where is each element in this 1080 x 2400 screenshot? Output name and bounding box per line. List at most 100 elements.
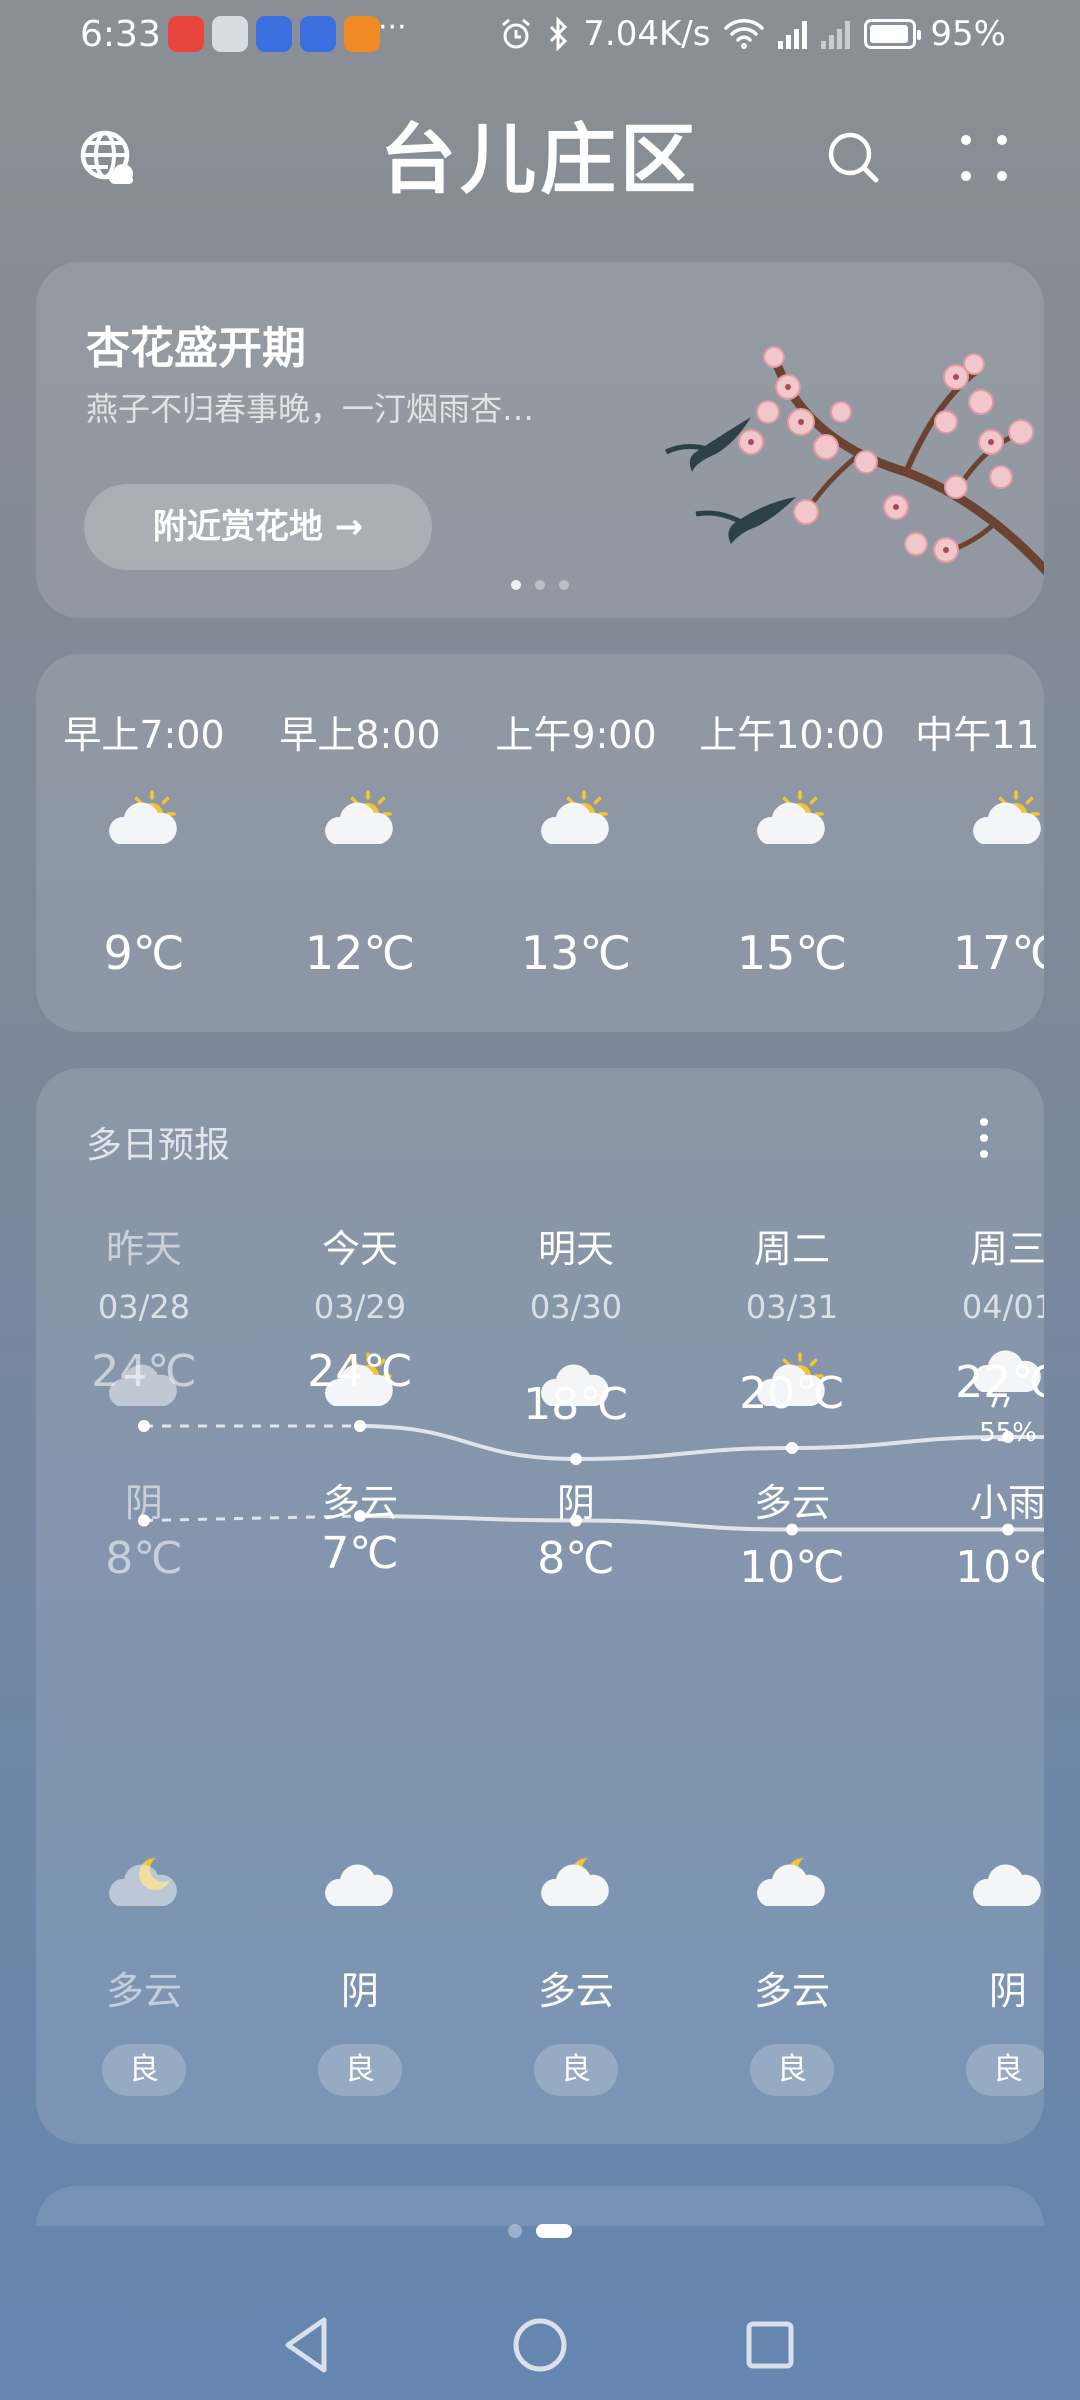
promo-card[interactable]: 杏花盛开期 燕子不归春事晚，一汀烟雨杏… 附近赏花地 → [36,262,1044,618]
app-header: 台儿庄区 [0,100,1080,220]
promo-subtitle: 燕子不归春事晚，一汀烟雨杏… [86,390,535,428]
status-indicators: 7.04K/s 95% [499,14,1006,54]
partly-cloudy-day-icon [320,788,400,868]
home-icon[interactable] [505,2310,575,2380]
partly-cloudy-night-icon [104,1850,184,1930]
partly-cloudy-night-icon [752,1850,832,1930]
night-condition: 多云 [753,1969,830,2013]
overcast-icon [320,1850,400,1930]
hour-time: 中午11:00 [915,713,1044,757]
city-title[interactable]: 台儿庄区 [0,100,1080,220]
hourly-forecast-list[interactable]: 早上7:00 9℃ 早上8:00 12℃ 上午9:00 13℃ 上午10:00 15℃ 中午11… [36,654,1044,1032]
day-name: 周二 [753,1227,830,1271]
more-menu-button[interactable] [952,126,1016,190]
day-condition: 阴 [124,1481,163,1525]
hourly-item[interactable]: 早上8:00 12℃ [252,654,468,1032]
day-name: 明天 [537,1227,614,1271]
hour-temp: 9℃ [103,926,185,980]
day-name: 昨天 [105,1227,182,1271]
status-bar: 6:33 ··· 7.04K/s 95% [0,0,1080,72]
high-temp: 18℃ [523,1379,629,1430]
day-condition: 小雨 [969,1481,1044,1525]
search-icon [828,132,879,183]
high-temp: 22℃ [955,1357,1044,1408]
hourly-item[interactable]: 早上7:00 9℃ [36,654,252,1032]
day-condition: 多云 [321,1481,398,1525]
day-date: 04/01 [961,1288,1044,1326]
video-app-icon [344,16,380,52]
baidu-icon [300,16,336,52]
alarm-icon [502,18,531,49]
low-temp: 10℃ [955,1541,1044,1593]
carousel-dot [511,580,521,590]
night-condition: 阴 [988,1969,1027,2013]
multi-day-forecast-card[interactable]: 多日预报 昨天 03/28 阴 24℃ 8℃ 多云良今天 03/29 多云 24℃ 7℃ 阴良明天 0… [36,1068,1044,2144]
next-card-edge [36,2186,1044,2226]
status-time: 6:33 [80,14,161,55]
day-date: 03/31 [745,1288,839,1326]
battery-percent: 95% [930,14,1006,54]
back-icon[interactable] [272,2310,342,2380]
hour-time: 上午9:00 [495,713,657,757]
wifi-icon [724,19,765,49]
hourly-item[interactable]: 上午10:00 15℃ [684,654,900,1032]
high-temp: 24℃ [307,1346,413,1397]
carousel-dot [559,580,569,590]
hour-temp: 15℃ [736,926,848,980]
day-name: 周三 [969,1227,1044,1271]
night-condition: 多云 [105,1969,182,2013]
more-notifications-icon: ··· [378,10,407,45]
page-indicator [0,2224,1080,2238]
hour-temp: 17℃ [952,926,1044,980]
forecast-day[interactable]: 明天 03/30 阴 18℃ 8℃ 多云良 [468,1068,684,2144]
forecast-day[interactable]: 今天 03/29 多云 24℃ 7℃ 阴良 [252,1068,468,2144]
air-quality-badge[interactable]: 良 [102,2044,186,2096]
network-speed: 7.04K/s [583,14,711,54]
baidu-icon [256,16,292,52]
low-temp: 8℃ [537,1532,615,1584]
rain-probability: 55% [979,1418,1037,1448]
air-quality-badge[interactable]: 良 [534,2044,618,2096]
battery-icon [864,19,922,49]
forecast-day[interactable]: 昨天 03/28 阴 24℃ 8℃ 多云良 [36,1068,252,2144]
day-date: 03/30 [529,1288,623,1326]
air-quality-badge[interactable]: 良 [966,2044,1044,2096]
day-condition: 阴 [556,1481,595,1525]
hourly-item[interactable]: 中午11:00 17℃ [900,654,1044,1032]
forecast-day[interactable]: 周三 04/01 55% 小雨 22℃ 10℃ 阴良 [900,1068,1044,2144]
hour-time: 早上7:00 [63,713,225,757]
air-quality-badge[interactable]: 良 [318,2044,402,2096]
air-quality-badge[interactable]: 良 [750,2044,834,2096]
hourly-forecast-card[interactable]: 早上7:00 9℃ 早上8:00 12℃ 上午9:00 13℃ 上午10:00 15℃ 中午11… [36,654,1044,1032]
signal-sim2-icon [821,19,851,49]
huawei-store-icon [168,16,204,52]
system-nav-bar [0,2290,1080,2400]
more-dots-icon [961,135,1007,181]
low-temp: 10℃ [739,1541,845,1593]
day-name: 今天 [321,1227,398,1271]
apricot-blossom-illustration [664,346,1044,576]
nearby-flowers-button[interactable]: 附近赏花地 → [84,484,432,570]
hour-temp: 13℃ [520,926,632,980]
low-temp: 8℃ [105,1532,183,1584]
wechat-icon [212,16,248,52]
high-temp: 20℃ [739,1368,845,1419]
bluetooth-icon [550,17,568,51]
carousel-dot [535,580,545,590]
high-temp: 24℃ [91,1346,197,1397]
promo-title: 杏花盛开期 [86,323,306,374]
hour-temp: 12℃ [304,926,416,980]
day-date: 03/29 [313,1288,407,1326]
hourly-item[interactable]: 上午9:00 13℃ [468,654,684,1032]
partly-cloudy-night-icon [536,1850,616,1930]
night-condition: 多云 [537,1969,614,2013]
day-date: 03/28 [97,1288,191,1326]
search-button[interactable] [822,126,886,190]
signal-4g-icon [778,19,808,49]
forecast-day[interactable]: 周二 03/31 多云 20℃ 10℃ 多云良 [684,1068,900,2144]
recents-icon[interactable] [735,2310,805,2380]
day-condition: 多云 [753,1481,830,1525]
partly-cloudy-day-icon [104,788,184,868]
partly-cloudy-day-icon [536,788,616,868]
notification-icons [168,16,380,52]
